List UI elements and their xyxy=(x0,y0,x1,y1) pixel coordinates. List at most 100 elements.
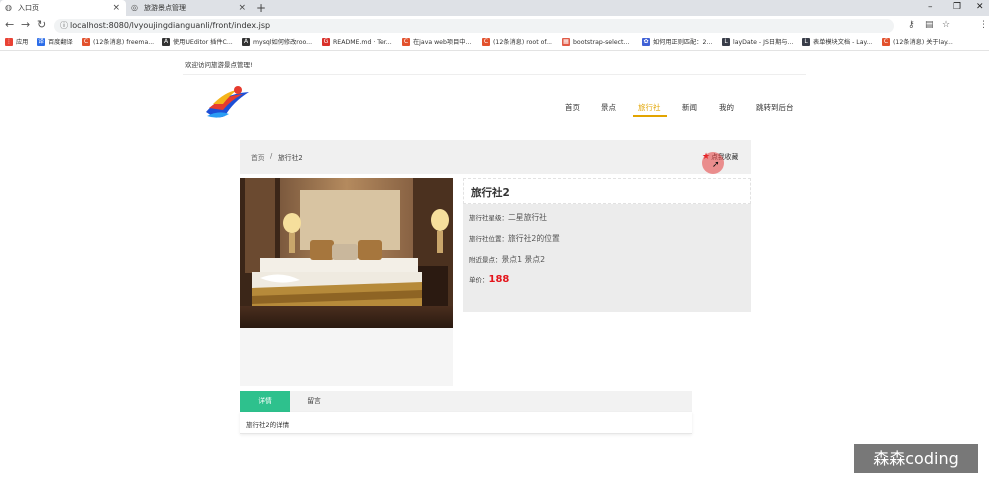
breadcrumb-home[interactable]: 首页 xyxy=(251,152,265,162)
site-logo[interactable] xyxy=(203,82,253,122)
bookmark-label: README.md · Ter... xyxy=(333,39,392,46)
info-icon[interactable]: ⓘ xyxy=(60,20,68,31)
bookmark-item[interactable]: ⋮ 应用 xyxy=(5,35,28,50)
agency-level-row: 旅行社星级：二星旅行社 xyxy=(469,212,547,223)
bookmark-item[interactable]: 译百度翻译 xyxy=(37,35,73,50)
bookmark-item[interactable]: C (12条消息) root of... xyxy=(482,35,552,50)
globe-icon: ◍ xyxy=(5,3,12,12)
bookmark-item[interactable]: C (12条消息) 关于lay... xyxy=(882,35,953,50)
bookmark-icon: G xyxy=(322,38,330,46)
bookmark-label: 表单模块文档 - Lay... xyxy=(813,39,873,46)
agency-price-label: 单价： xyxy=(469,276,489,284)
detail-tabs: 详情 留言 xyxy=(240,391,692,412)
bookmark-label: layDate - JS日期与... xyxy=(733,39,794,46)
agency-location-value: 旅行社2的位置 xyxy=(508,234,560,243)
agency-level-label: 旅行社星级： xyxy=(469,214,508,222)
welcome-text: 欢迎访问旅游景点管理! xyxy=(185,61,253,69)
browser-tab-strip: ◍ 入口页 × ◎ 旅游景点管理 × + – ❐ ✕ xyxy=(0,0,989,16)
nav-scenic[interactable]: 景点 xyxy=(601,102,616,113)
restore-button[interactable]: ❐ xyxy=(953,0,961,14)
breadcrumb: 首页 / 旅行社2 ★点我收藏 ➚ xyxy=(240,140,751,174)
agency-nearby-label: 附近景点： xyxy=(469,256,502,264)
agency-location-row: 旅行社位置：旅行社2的位置 xyxy=(469,233,560,244)
divider xyxy=(183,74,806,75)
bookmark-icon: C xyxy=(482,38,490,46)
agency-photo xyxy=(240,178,453,328)
bookmark-icon: A xyxy=(162,38,170,46)
agency-level-value: 二星旅行社 xyxy=(508,213,547,222)
bookmark-icon: L xyxy=(802,38,810,46)
bookmark-label: bootstrap-select... xyxy=(573,39,630,46)
bookmark-item[interactable]: LlayDate - JS日期与... xyxy=(722,35,793,50)
agency-price-row: 单价：188 xyxy=(469,274,509,285)
back-icon[interactable]: ← xyxy=(5,18,14,32)
bookmark-label: (12条消息) 关于lay... xyxy=(893,39,953,46)
translate-icon[interactable]: ▤ xyxy=(925,19,934,31)
nav-admin[interactable]: 跳转到后台 xyxy=(756,102,794,113)
bookmark-icon: A xyxy=(242,38,250,46)
window-close-button[interactable]: ✕ xyxy=(976,0,984,14)
bookmark-item[interactable]: G README.md · Ter... xyxy=(322,35,392,50)
bookmark-icon: C xyxy=(82,38,90,46)
bookmark-icon: C xyxy=(882,38,890,46)
key-icon[interactable]: ⚷ xyxy=(908,19,915,31)
detail-content: 旅行社2的详情 xyxy=(240,412,692,434)
cursor-icon: ➚ xyxy=(712,160,720,170)
nav-home[interactable]: 首页 xyxy=(565,102,580,113)
nav-mine[interactable]: 我的 xyxy=(719,102,734,113)
bookmark-label: 在java web项目中... xyxy=(413,39,472,46)
tab-comments[interactable]: 留言 xyxy=(290,391,338,412)
tab-details[interactable]: 详情 xyxy=(240,391,290,412)
bookmark-icon: 译 xyxy=(37,38,45,46)
bookmark-label: 百度翻译 xyxy=(48,39,73,46)
nav-active-indicator xyxy=(633,115,667,117)
forward-icon[interactable]: → xyxy=(21,18,30,32)
bookmark-label: (12条消息) root of... xyxy=(493,39,553,46)
bookmark-icon: ✿ xyxy=(642,38,650,46)
bookmark-label: (12条消息) freema... xyxy=(93,39,155,46)
close-icon[interactable]: × xyxy=(112,0,120,16)
breadcrumb-current: 旅行社2 xyxy=(278,154,303,162)
detail-text: 旅行社2的详情 xyxy=(246,421,290,429)
browser-tab-admin[interactable]: ◎ 旅游景点管理 × xyxy=(126,0,252,16)
browser-tab-index[interactable]: ◍ 入口页 × xyxy=(0,0,126,16)
web-page: 欢迎访问旅游景点管理! 首页 景点 旅行社 新闻 我的 跳转到后台 首页 / 旅… xyxy=(0,52,989,489)
agency-title-box: 旅行社2 xyxy=(463,178,751,204)
minimize-button[interactable]: – xyxy=(928,0,933,14)
bookmark-item[interactable]: Amysql如何修改roo... xyxy=(242,35,312,50)
menu-icon[interactable]: ⋮ xyxy=(979,19,988,31)
new-tab-button[interactable]: + xyxy=(256,0,266,16)
bookmark-item[interactable]: A 使用UEditor 插件C... xyxy=(162,35,233,50)
tab-title: 旅游景点管理 xyxy=(144,4,186,12)
reload-icon[interactable]: ↻ xyxy=(37,18,46,32)
close-icon[interactable]: × xyxy=(238,0,246,16)
bookmark-label: 使用UEditor 插件C... xyxy=(173,39,233,46)
bookmark-label: 应用 xyxy=(16,39,29,46)
url-field[interactable]: ⓘ localhost:8080/lvyoujingdianguanli/fro… xyxy=(54,19,894,33)
bookmarks-bar: ⋮ 应用译百度翻译 C (12条消息) freema... A 使用UEditor 插件C… xyxy=(0,35,989,51)
breadcrumb-separator: / xyxy=(270,152,273,160)
bookmark-item[interactable]: L 表单模块文档 - Lay... xyxy=(802,35,872,50)
bookmark-label: mysql如何修改roo... xyxy=(253,39,313,46)
agency-nearby-value: 景点1 景点2 xyxy=(501,255,546,264)
bookmark-icon: ⋮ xyxy=(5,38,13,46)
agency-location-label: 旅行社位置： xyxy=(469,235,508,243)
watermark: 森森coding xyxy=(854,444,978,473)
bookmark-label: 如何用正则匹配：2... xyxy=(653,39,713,46)
agency-price-value: 188 xyxy=(488,274,510,285)
address-bar: ← → ↻ ⓘ localhost:8080/lvyoujingdianguan… xyxy=(0,16,989,47)
tab-title: 入口页 xyxy=(18,4,39,12)
agency-nearby-row: 附近景点：景点1 景点2 xyxy=(469,254,545,265)
bookmark-item[interactable]: C 在java web项目中... xyxy=(402,35,471,50)
bookmark-star-icon[interactable]: ☆ xyxy=(942,19,950,31)
agency-title: 旅行社2 xyxy=(471,187,510,199)
bookmark-icon: ▦ xyxy=(562,38,570,46)
nav-agency[interactable]: 旅行社 xyxy=(638,102,661,113)
bookmark-icon: L xyxy=(722,38,730,46)
bookmark-item[interactable]: C (12条消息) freema... xyxy=(82,35,154,50)
bookmark-icon: C xyxy=(402,38,410,46)
nav-news[interactable]: 新闻 xyxy=(682,102,697,113)
bookmark-item[interactable]: ▦ bootstrap-select... xyxy=(562,35,629,50)
bookmark-item[interactable]: ✿ 如何用正则匹配：2... xyxy=(642,35,712,50)
url-text[interactable]: localhost:8080/lvyoujingdianguanli/front… xyxy=(70,20,270,32)
